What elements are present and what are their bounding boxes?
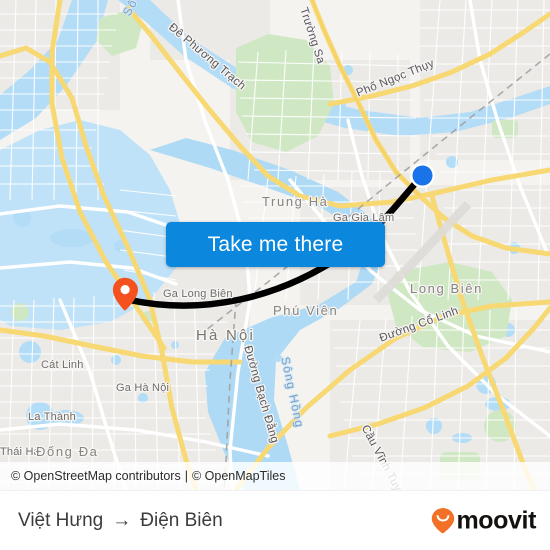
take-me-there-label: Take me there bbox=[207, 232, 344, 256]
take-me-there-button[interactable]: Take me there bbox=[166, 222, 385, 267]
map-canvas[interactable]: Sông HồngĐê Phương TrạchTrường SaPhố Ngọ… bbox=[0, 0, 550, 490]
footer-bar: Việt Hưng → Điện Biên moovit bbox=[0, 490, 550, 550]
moovit-pin-icon bbox=[432, 508, 455, 534]
map-attribution: © OpenStreetMap contributors | © OpenMap… bbox=[0, 462, 550, 490]
arrow-right-icon: → bbox=[112, 510, 132, 531]
osm-attribution[interactable]: © OpenStreetMap contributors bbox=[11, 469, 181, 483]
attribution-separator: | bbox=[184, 469, 188, 483]
destination-dot[interactable] bbox=[409, 162, 436, 189]
moovit-logo[interactable]: moovit bbox=[431, 506, 536, 535]
openmaptiles-attribution[interactable]: © OpenMapTiles bbox=[192, 469, 286, 483]
route-title: Việt Hưng → Điện Biên bbox=[18, 510, 223, 532]
origin-pin[interactable] bbox=[112, 277, 138, 311]
map-screenshot: Sông HồngĐê Phương TrạchTrường SaPhố Ngọ… bbox=[0, 0, 550, 550]
route-origin-label: Việt Hưng bbox=[18, 509, 104, 531]
route-destination-label: Điện Biên bbox=[140, 509, 223, 531]
moovit-wordmark: moovit bbox=[456, 506, 536, 534]
